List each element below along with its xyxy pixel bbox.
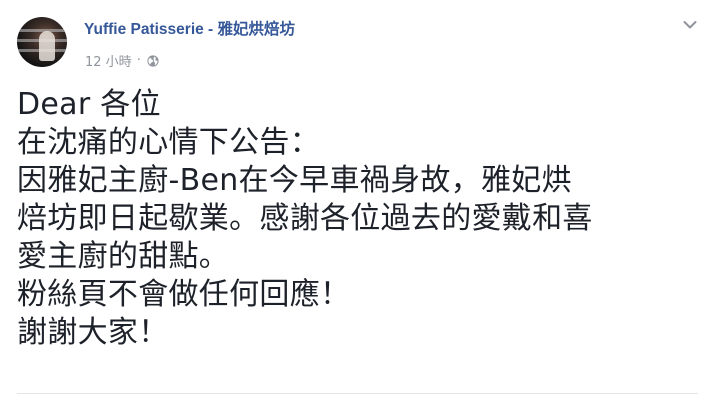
- page-avatar[interactable]: [17, 17, 67, 67]
- post-line: 在沈痛的心情下公告：: [17, 125, 320, 160]
- globe-icon[interactable]: [147, 54, 159, 67]
- facebook-post: Yuffie Patisserie - 雅妃烘焙坊 12 小時 · Dear 各…: [0, 0, 720, 403]
- avatar-figure: [39, 31, 55, 61]
- post-timestamp[interactable]: 12 小時: [85, 51, 132, 70]
- chevron-down-icon[interactable]: [683, 20, 697, 30]
- post-meta: 12 小時 ·: [85, 51, 159, 70]
- post-line: 謝謝大家！: [17, 315, 169, 350]
- post-body: Dear 各位 在沈痛的心情下公告： 因雅妃主廚-Ben在今早車禍身故，雅妃烘 …: [17, 86, 593, 352]
- page-name-link[interactable]: Yuffie Patisserie - 雅妃烘焙坊: [84, 17, 295, 39]
- post-line: 愛主廚的甜點。: [17, 239, 230, 274]
- post-line: 焙坊即日起歇業。感謝各位過去的愛戴和喜: [17, 201, 593, 236]
- post-line: 粉絲頁不會做任何回應！: [17, 277, 351, 312]
- post-divider: [17, 393, 698, 394]
- post-line: 因雅妃主廚-Ben在今早車禍身故，雅妃烘: [17, 163, 572, 198]
- meta-separator: ·: [136, 53, 141, 68]
- post-line: Dear 各位: [17, 87, 161, 122]
